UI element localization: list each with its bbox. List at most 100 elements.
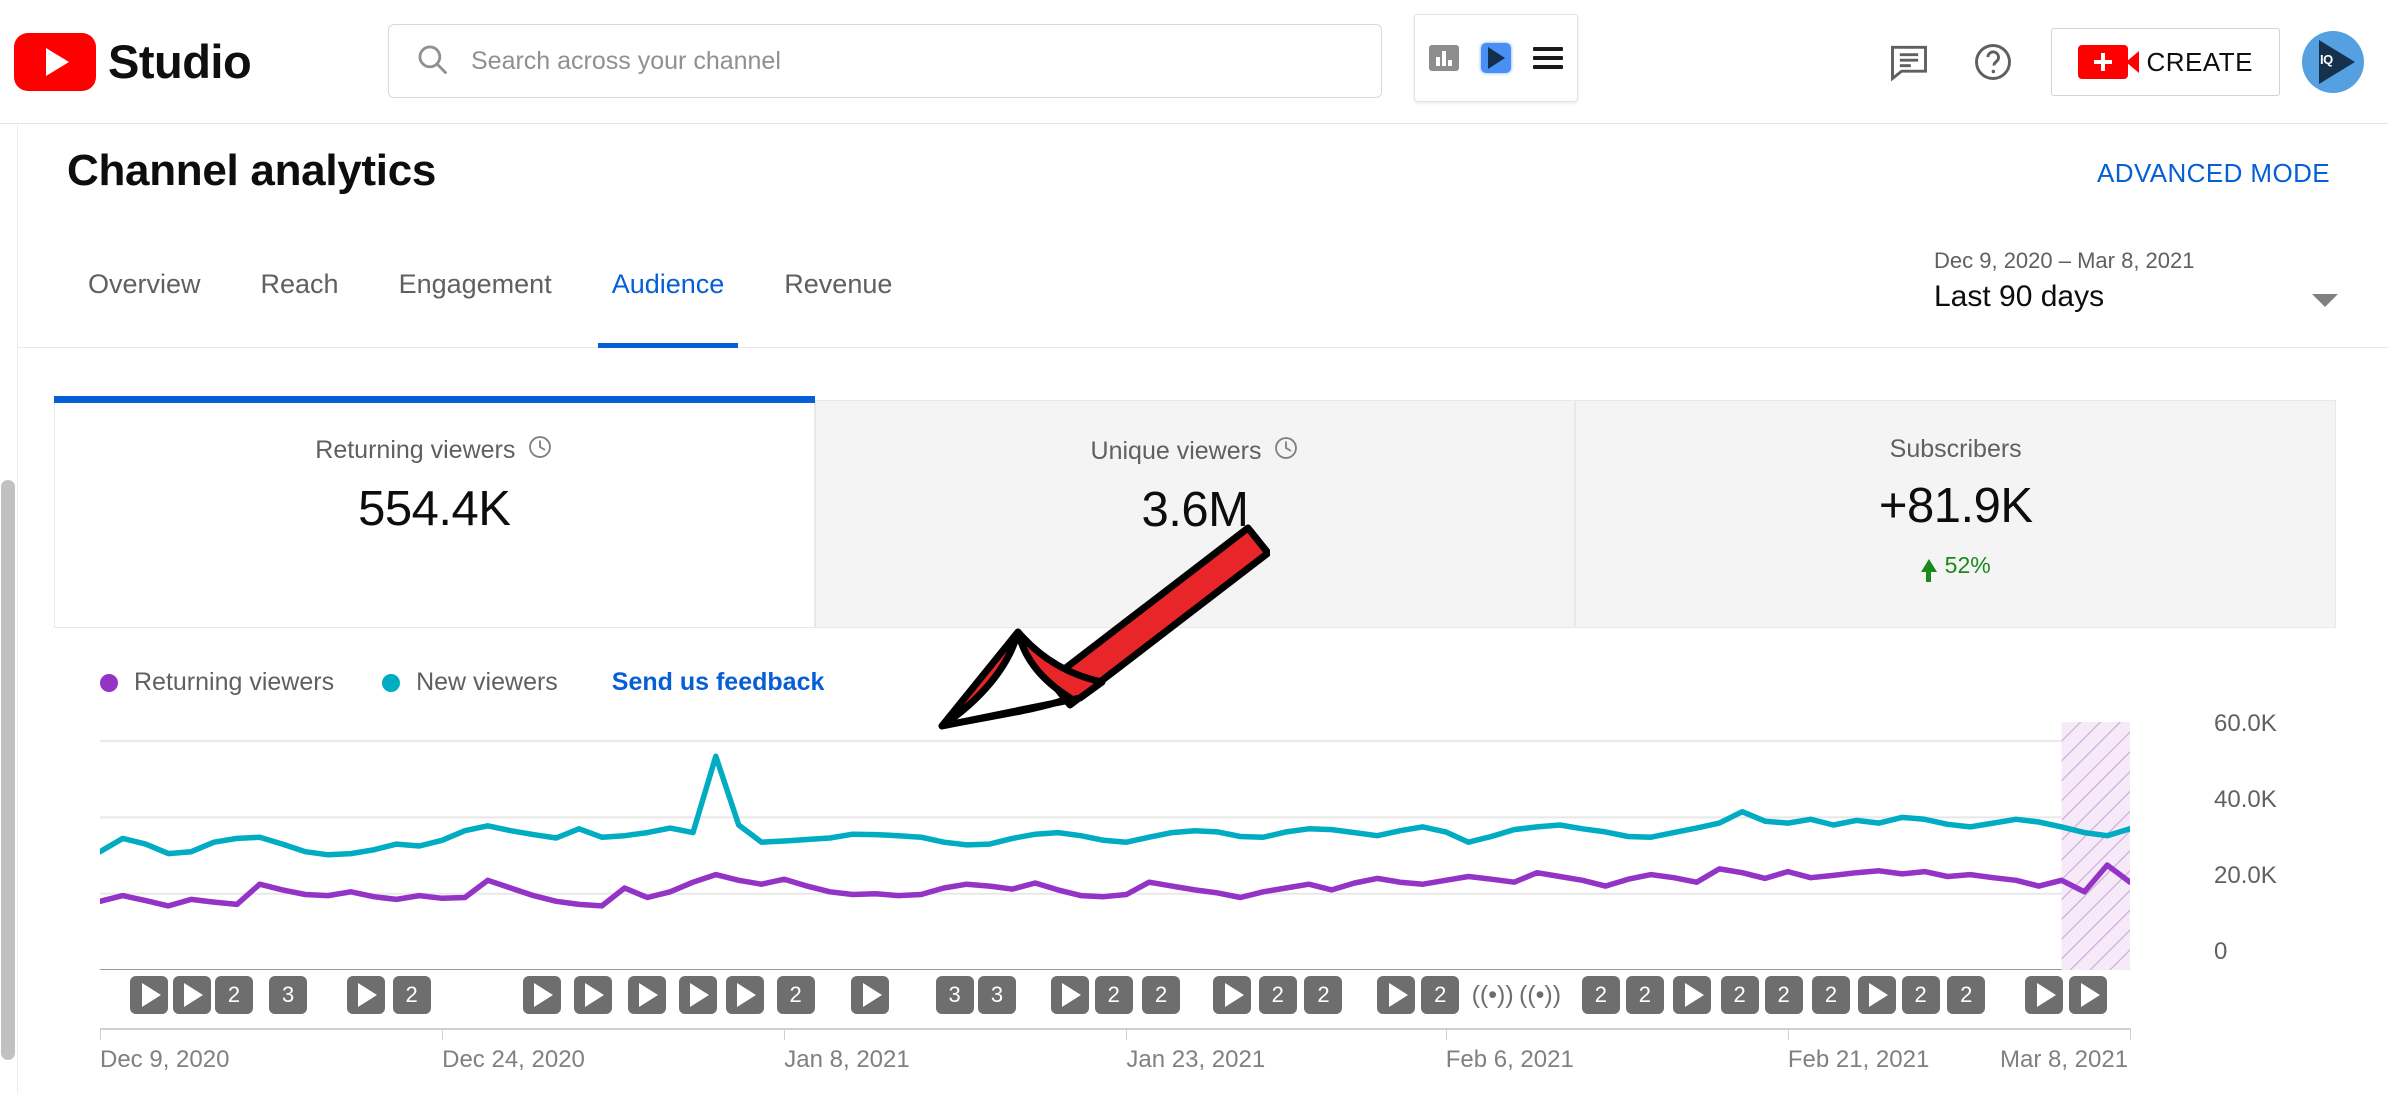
video-marker-count[interactable]: 2 (1721, 976, 1759, 1014)
x-axis-tick (1788, 1028, 1789, 1040)
video-marker-count[interactable]: 2 (393, 976, 431, 1014)
tab-audience[interactable]: Audience (582, 220, 755, 348)
x-axis-tick (1126, 1028, 1127, 1040)
metric-cards: Returning viewers 554.4K Unique viewers … (54, 400, 2336, 628)
tab-revenue[interactable]: Revenue (754, 220, 922, 348)
video-marker-count[interactable]: 2 (1304, 976, 1342, 1014)
metric-card-label: Returning viewers (315, 436, 515, 465)
legend-item-new-viewers[interactable]: New viewers (382, 668, 558, 697)
video-marker-play[interactable] (1858, 976, 1896, 1014)
date-range-text: Dec 9, 2020 – Mar 8, 2021 (1934, 248, 2330, 274)
x-axis-tick-label: Feb 21, 2021 (1788, 1046, 1929, 1074)
page-title: Channel analytics (67, 146, 436, 196)
video-marker-play[interactable] (726, 976, 764, 1014)
bar-chart-icon[interactable] (1429, 45, 1459, 71)
video-marker-play[interactable] (523, 976, 561, 1014)
metric-card-subscribers[interactable]: Subscribers +81.9K 52% (1575, 400, 2336, 628)
video-marker-play[interactable] (574, 976, 612, 1014)
x-axis-tick (2130, 1028, 2131, 1040)
video-marker-play[interactable] (851, 976, 889, 1014)
advanced-mode-link[interactable]: ADVANCED MODE (2097, 158, 2330, 189)
date-range-selector[interactable]: Dec 9, 2020 – Mar 8, 2021 Last 90 days (1870, 248, 2330, 314)
video-marker-play[interactable] (1673, 976, 1711, 1014)
x-axis-tick (442, 1028, 443, 1040)
video-marker-live[interactable]: ((•)) (1511, 976, 1569, 1014)
scrollbar-thumb[interactable] (1, 480, 15, 1060)
legend-dot-icon (382, 674, 400, 692)
metric-card-returning-viewers[interactable]: Returning viewers 554.4K (54, 400, 815, 628)
studio-wordmark: Studio (108, 34, 251, 89)
chevron-down-icon[interactable] (2312, 294, 2338, 307)
vidiq-play-icon[interactable] (1481, 43, 1511, 73)
y-axis-tick-label: 0 (2214, 938, 2227, 966)
metric-card-delta: 52% (1945, 552, 1991, 579)
video-marker-count[interactable]: 2 (1421, 976, 1459, 1014)
video-marker-play[interactable] (1377, 976, 1415, 1014)
x-axis-tick-label: Dec 24, 2020 (442, 1046, 585, 1074)
hamburger-menu-icon[interactable] (1533, 47, 1563, 69)
video-marker-count[interactable]: 2 (215, 976, 253, 1014)
legend-label: New viewers (416, 668, 558, 697)
viewers-line-chart[interactable] (100, 722, 2130, 970)
x-axis-tick-label: Jan 23, 2021 (1126, 1046, 1265, 1074)
analytics-tabs-row: Overview Reach Engagement Audience Reven… (18, 220, 2388, 348)
x-axis-tick (100, 1028, 101, 1040)
page-scrollbar[interactable] (0, 124, 18, 1094)
tab-overview[interactable]: Overview (66, 220, 231, 348)
legend-item-returning-viewers[interactable]: Returning viewers (100, 668, 334, 697)
clock-icon (1273, 435, 1299, 468)
avatar[interactable]: IQ (2302, 31, 2364, 93)
date-range-preset: Last 90 days (1934, 280, 2330, 314)
x-axis-tick (784, 1028, 785, 1040)
video-marker-play[interactable] (1213, 976, 1251, 1014)
studio-logo[interactable]: Studio (14, 33, 251, 91)
x-axis-tick-label: Dec 9, 2020 (100, 1046, 229, 1074)
x-axis-tick-label: Feb 6, 2021 (1446, 1046, 1574, 1074)
video-marker-count[interactable]: 3 (978, 976, 1016, 1014)
clock-icon (527, 434, 553, 467)
browser-extension-bar[interactable] (1414, 14, 1578, 102)
video-marker-count[interactable]: 3 (936, 976, 974, 1014)
send-feedback-link[interactable]: Send us feedback (612, 668, 825, 697)
create-button[interactable]: CREATE (2051, 28, 2280, 96)
metric-card-label-wrap: Returning viewers (315, 434, 553, 467)
status-badge: 52% (1921, 552, 1991, 579)
video-marker-play[interactable] (628, 976, 666, 1014)
video-marker-play[interactable] (130, 976, 168, 1014)
tab-engagement[interactable]: Engagement (369, 220, 582, 348)
youtube-play-icon (14, 33, 96, 91)
metric-card-label: Subscribers (1890, 435, 2022, 464)
chart-legend: Returning viewers New viewers Send us fe… (100, 668, 824, 697)
video-marker-count[interactable]: 2 (1582, 976, 1620, 1014)
video-marker-count[interactable]: 2 (1902, 976, 1940, 1014)
video-marker-play[interactable] (173, 976, 211, 1014)
metric-card-value: 554.4K (358, 481, 510, 537)
video-marker-count[interactable]: 2 (777, 976, 815, 1014)
chart-svg (100, 722, 2130, 970)
video-marker-count[interactable]: 2 (1947, 976, 1985, 1014)
video-marker-count[interactable]: 3 (269, 976, 307, 1014)
y-axis-tick-label: 20.0K (2214, 862, 2277, 890)
metric-card-unique-viewers[interactable]: Unique viewers 3.6M (815, 400, 1576, 628)
tab-reach[interactable]: Reach (231, 220, 369, 348)
header-actions: CREATE IQ (1867, 0, 2388, 124)
video-marker-play[interactable] (347, 976, 385, 1014)
comments-icon[interactable] (1867, 20, 1951, 104)
chart-x-axis-line (100, 1028, 2130, 1030)
analytics-tabs: Overview Reach Engagement Audience Reven… (66, 220, 922, 348)
video-marker-count[interactable]: 2 (1765, 976, 1803, 1014)
video-marker-count[interactable]: 2 (1142, 976, 1180, 1014)
video-marker-count[interactable]: 2 (1095, 976, 1133, 1014)
search-bar[interactable] (388, 24, 1382, 98)
video-marker-play[interactable] (1051, 976, 1089, 1014)
video-marker-count[interactable]: 2 (1259, 976, 1297, 1014)
video-marker-play[interactable] (2025, 976, 2063, 1014)
help-circle-icon[interactable] (1951, 20, 2035, 104)
video-marker-play[interactable] (679, 976, 717, 1014)
search-input[interactable] (471, 47, 1351, 76)
video-marker-count[interactable]: 2 (1626, 976, 1664, 1014)
video-marker-count[interactable]: 2 (1812, 976, 1850, 1014)
video-markers-row: 23223322222((•))((•))2222222 (100, 976, 2130, 1024)
arrow-up-icon (1921, 559, 1937, 572)
video-marker-play[interactable] (2069, 976, 2107, 1014)
